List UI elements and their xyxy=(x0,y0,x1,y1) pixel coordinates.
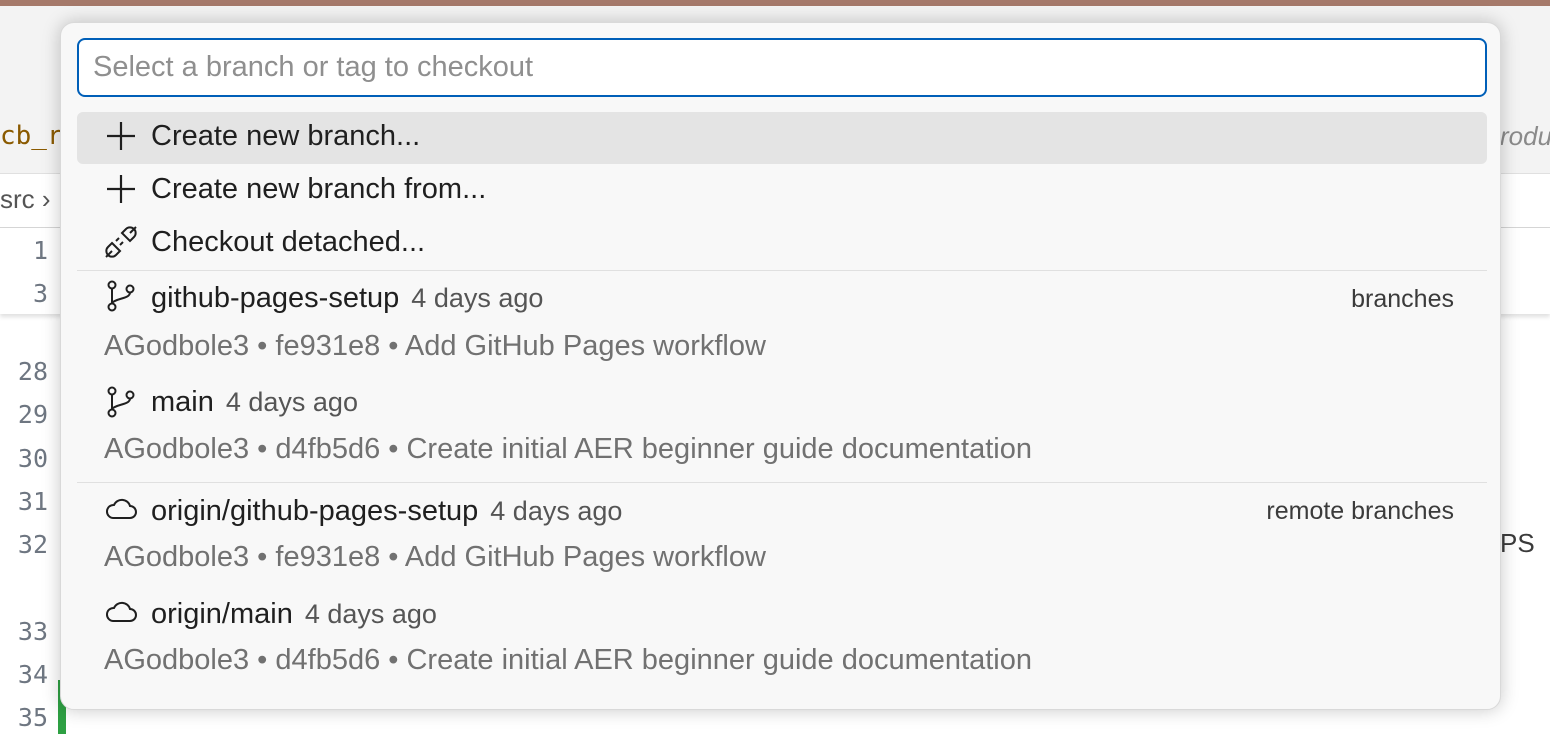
branch-name-text: main xyxy=(151,386,214,418)
action-label: Create new branch... xyxy=(151,120,421,152)
branch-time: 4 days ago xyxy=(304,599,437,629)
action-label: Create new branch from... xyxy=(151,173,487,205)
branch-name-text: github-pages-setup xyxy=(151,282,400,314)
branch-name-text: origin/github-pages-setup xyxy=(151,495,479,527)
branch-name: origin/main 4 days ago xyxy=(151,598,437,631)
line-number: 32 xyxy=(17,530,48,559)
branch-name: main 4 days ago xyxy=(151,386,358,419)
editor-text-fragment: PS xyxy=(1500,528,1535,558)
git-branch-icon xyxy=(104,279,138,313)
group-label-remote-branches: remote branches xyxy=(1266,497,1454,525)
chevron-right-icon: › xyxy=(41,184,51,214)
cloud-icon xyxy=(104,492,138,526)
group-label-branches: branches xyxy=(1351,285,1454,313)
line-number: 33 xyxy=(17,617,48,646)
plus-icon xyxy=(104,172,138,206)
editor-tab-right[interactable]: rodu xyxy=(1500,118,1550,154)
line-number: 31 xyxy=(17,487,48,516)
branch-detail: AGodbole3 • d4fb5d6 • Create initial AER… xyxy=(104,433,1032,465)
line-number: 28 xyxy=(17,357,48,386)
branch-item-origin-github-pages-setup[interactable]: origin/github-pages-setup 4 days ago remo… xyxy=(77,483,1487,586)
branch-name-text: origin/main xyxy=(151,598,293,630)
line-number: 29 xyxy=(17,400,48,429)
cloud-icon xyxy=(104,595,138,629)
branch-name: origin/github-pages-setup 4 days ago xyxy=(151,495,622,528)
branch-name: github-pages-setup 4 days ago xyxy=(151,282,543,315)
action-label: Checkout detached... xyxy=(151,226,426,258)
breadcrumb-src[interactable]: src xyxy=(0,184,35,214)
line-number: 30 xyxy=(17,444,48,473)
checkout-detached-item[interactable]: Checkout detached... xyxy=(77,218,1487,270)
line-number: 34 xyxy=(17,660,48,689)
git-branch-icon xyxy=(104,385,138,419)
line-number: 35 xyxy=(17,703,48,732)
plus-icon xyxy=(104,119,138,153)
branch-quick-pick: Create new branch... Create new branch f… xyxy=(60,22,1501,710)
branch-detail: AGodbole3 • fe931e8 • Add GitHub Pages w… xyxy=(104,541,766,573)
branch-time: 4 days ago xyxy=(411,283,544,313)
breadcrumb[interactable]: src › xyxy=(0,184,51,215)
line-number: 1 xyxy=(32,236,48,265)
line-number: 3 xyxy=(32,279,48,308)
create-new-branch-item[interactable]: Create new branch... xyxy=(77,112,1487,164)
branch-item-github-pages-setup[interactable]: github-pages-setup 4 days ago branches AG… xyxy=(77,271,1487,374)
branch-item-main[interactable]: main 4 days ago AGodbole3 • d4fb5d6 • Cre… xyxy=(77,374,1487,482)
debug-disconnect-icon xyxy=(104,225,138,259)
branch-detail: AGodbole3 • fe931e8 • Add GitHub Pages w… xyxy=(104,330,766,362)
editor-tab-left[interactable]: cb_r xyxy=(0,118,63,154)
branch-detail: AGodbole3 • d4fb5d6 • Create initial AER… xyxy=(104,644,1032,676)
branch-item-origin-main[interactable]: origin/main 4 days ago AGodbole3 • d4fb5d… xyxy=(77,586,1487,689)
branch-time: 4 days ago xyxy=(490,496,623,526)
create-new-branch-from-item[interactable]: Create new branch from... xyxy=(77,165,1487,217)
branch-time: 4 days ago xyxy=(225,387,358,417)
branch-search-input[interactable] xyxy=(77,38,1487,97)
